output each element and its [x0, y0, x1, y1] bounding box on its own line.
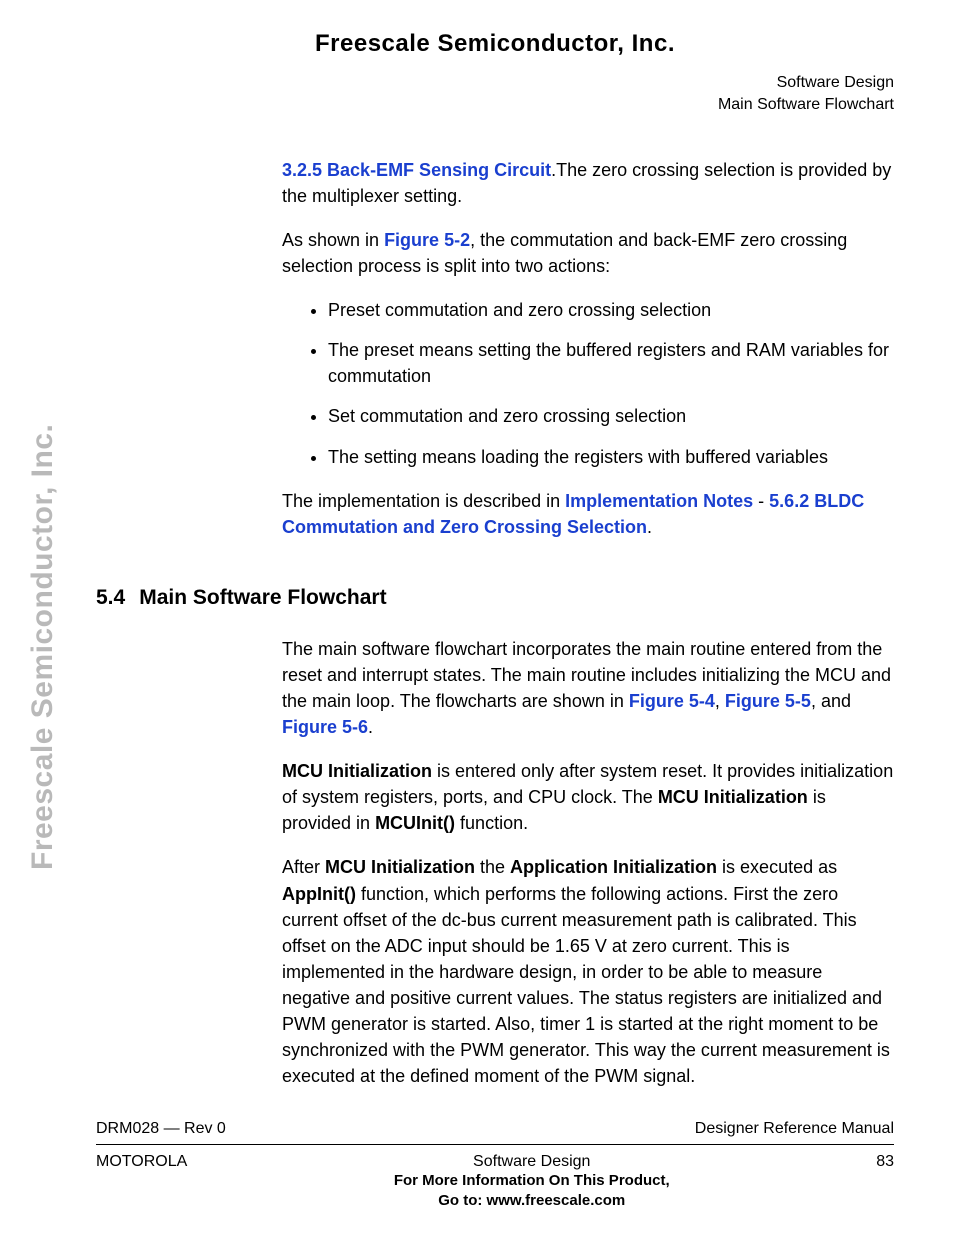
- org-title: Freescale Semiconductor, Inc.: [96, 30, 894, 58]
- text: The implementation is described in: [282, 491, 565, 511]
- xref-link[interactable]: Figure 5-2: [384, 230, 470, 250]
- side-brand: Freescale Semiconductor, Inc.: [26, 424, 60, 870]
- term: AppInit(): [282, 884, 356, 904]
- xref-link[interactable]: 3.2.5 Back-EMF Sensing Circuit: [282, 160, 551, 180]
- footer-more-info-2: Go to: www.freescale.com: [187, 1191, 876, 1211]
- text: function, which performs the following a…: [282, 884, 890, 1087]
- text: the: [475, 857, 510, 877]
- text: .: [647, 517, 652, 537]
- header-chapter: Software Design: [96, 72, 894, 94]
- paragraph: As shown in Figure 5-2, the commutation …: [282, 227, 894, 279]
- section-number: 5.4: [96, 586, 125, 610]
- list-item: The setting means loading the registers …: [328, 444, 894, 470]
- term: MCU Initialization: [282, 761, 432, 781]
- footer-bottom-row: MOTOROLA Software Design For More Inform…: [96, 1153, 894, 1212]
- term: MCU Initialization: [325, 857, 475, 877]
- paragraph: MCU Initialization is entered only after…: [282, 758, 894, 836]
- section-heading: 5.4 Main Software Flowchart: [96, 586, 894, 610]
- page-header-right: Software Design Main Software Flowchart: [96, 72, 894, 117]
- text: -: [753, 491, 769, 511]
- xref-link[interactable]: Figure 5-4: [629, 691, 715, 711]
- section-title: Main Software Flowchart: [139, 586, 386, 610]
- term: MCUInit(): [375, 813, 455, 833]
- doc-rev: DRM028 — Rev 0: [96, 1120, 226, 1138]
- text: .: [368, 717, 373, 737]
- paragraph: The implementation is described in Imple…: [282, 488, 894, 540]
- text: , and: [811, 691, 851, 711]
- footer-center: Software Design For More Information On …: [187, 1153, 876, 1212]
- text: ,: [715, 691, 725, 711]
- footer-chapter: Software Design: [187, 1153, 876, 1171]
- page: Freescale Semiconductor, Inc. Software D…: [0, 0, 954, 1235]
- page-number: 83: [876, 1153, 894, 1171]
- text: As shown in: [282, 230, 384, 250]
- list-item: Preset commutation and zero crossing sel…: [328, 297, 894, 323]
- bullet-list: Preset commutation and zero crossing sel…: [282, 297, 894, 469]
- text: function.: [455, 813, 528, 833]
- list-item: The preset means setting the buffered re…: [328, 337, 894, 389]
- xref-link[interactable]: Figure 5-6: [282, 717, 368, 737]
- list-item: Set commutation and zero crossing select…: [328, 403, 894, 429]
- text: After: [282, 857, 325, 877]
- footer-top-row: DRM028 — Rev 0 Designer Reference Manual: [96, 1120, 894, 1145]
- header-section: Main Software Flowchart: [96, 94, 894, 116]
- paragraph: The main software flowchart incorporates…: [282, 636, 894, 740]
- paragraph: After MCU Initialization the Application…: [282, 854, 894, 1089]
- xref-link[interactable]: Implementation Notes: [565, 491, 753, 511]
- body-content: The main software flowchart incorporates…: [282, 636, 894, 1090]
- footer-left: MOTOROLA: [96, 1153, 187, 1171]
- term: MCU Initialization: [658, 787, 808, 807]
- xref-link[interactable]: Figure 5-5: [725, 691, 811, 711]
- footer-more-info-1: For More Information On This Product,: [187, 1171, 876, 1191]
- doc-type: Designer Reference Manual: [695, 1120, 894, 1138]
- body-content: 3.2.5 Back-EMF Sensing Circuit.The zero …: [282, 157, 894, 540]
- paragraph: 3.2.5 Back-EMF Sensing Circuit.The zero …: [282, 157, 894, 209]
- text: is executed as: [717, 857, 837, 877]
- page-footer: DRM028 — Rev 0 Designer Reference Manual…: [96, 1120, 894, 1212]
- term: Application Initialization: [510, 857, 717, 877]
